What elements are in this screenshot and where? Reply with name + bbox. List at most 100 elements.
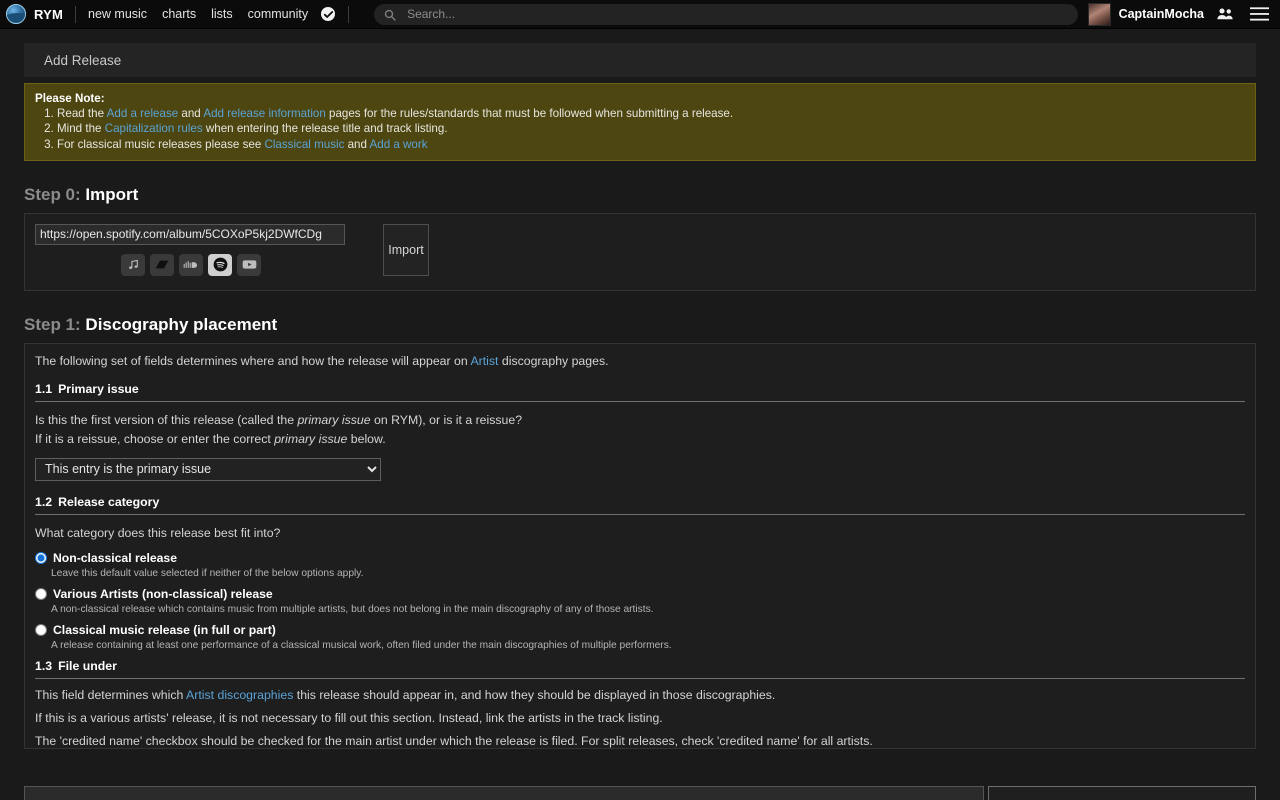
- link-add-release-information[interactable]: Add release information: [203, 107, 325, 120]
- radio-row-non-classical[interactable]: Non-classical release: [35, 551, 1243, 565]
- primary-nav-links: new music charts lists community: [88, 7, 308, 21]
- primary-issue-question-line-2: If it is a reissue, choose or enter the …: [35, 432, 1243, 446]
- note-text: Read the: [57, 107, 107, 121]
- section-1-3-heading: 1.3 File under: [35, 659, 1245, 679]
- content-column: Add Release Please Note: Read the Add a …: [24, 43, 1256, 749]
- link-add-a-work[interactable]: Add a work: [370, 138, 428, 151]
- file-under-line-2: If this is a various artists' release, i…: [35, 710, 663, 725]
- discography-lead-text: The following set of fields determines w…: [35, 354, 1243, 368]
- radio-classical[interactable]: [35, 623, 47, 636]
- section-1-1-title: Primary issue: [58, 381, 139, 396]
- section-1-1-heading: 1.1 Primary issue: [35, 382, 1245, 402]
- bandcamp-icon[interactable]: [150, 253, 174, 276]
- section-1-2-heading: 1.2 Release category: [35, 495, 1245, 515]
- file-under-artist-input-partial[interactable]: [24, 786, 984, 800]
- section-1-2-number: 1.2: [35, 494, 53, 509]
- link-classical-music[interactable]: Classical music: [264, 138, 344, 151]
- radio-row-various-artists[interactable]: Various Artists (non-classical) release: [35, 587, 1243, 601]
- section-1-1-number: 1.1: [35, 381, 53, 396]
- import-panel: Import: [24, 212, 1256, 291]
- note-item: Read the Add a release and Add release i…: [57, 106, 1245, 121]
- import-left-column: [35, 223, 347, 276]
- note-list: Read the Add a release and Add release i…: [35, 106, 1245, 152]
- step-0-title: Import: [85, 184, 139, 204]
- nav-link-new-music[interactable]: new music: [88, 7, 147, 21]
- search-area: [374, 3, 1078, 25]
- youtube-icon[interactable]: [237, 253, 261, 276]
- search-icon: [384, 8, 396, 21]
- search-input[interactable]: [405, 6, 1068, 22]
- q1-b: on RYM), or is it a reissue?: [370, 412, 523, 427]
- username-label[interactable]: CaptainMocha: [1119, 7, 1204, 21]
- step-1-number: Step 1:: [24, 314, 81, 334]
- note-text: and: [178, 107, 204, 121]
- note-text: Mind the: [57, 122, 105, 136]
- radio-row-classical[interactable]: Classical music release (in full or part…: [35, 623, 1243, 637]
- fu1-a: This field determines which: [35, 687, 187, 702]
- primary-issue-select-wrap: This entry is the primary issue: [35, 457, 1243, 481]
- spotify-icon[interactable]: [208, 253, 232, 276]
- note-title: Please Note:: [35, 92, 105, 105]
- step-1-title: Discography placement: [85, 314, 278, 334]
- nav-link-community[interactable]: community: [248, 7, 308, 21]
- avatar[interactable]: [1087, 2, 1111, 26]
- radio-label-classical: Classical music release (in full or part…: [53, 622, 276, 637]
- q1-a: Is this the first version of this releas…: [35, 412, 298, 427]
- file-under-line-1: This field determines which Artist disco…: [35, 688, 1243, 702]
- section-1-2-title: Release category: [58, 494, 160, 509]
- nav-divider-1: [75, 5, 77, 23]
- note-text: pages for the rules/standards that must …: [325, 107, 734, 121]
- top-navigation-bar: RYM new music charts lists community Cap…: [0, 0, 1280, 29]
- q2-a: If it is a reissue, choose or enter the …: [35, 431, 275, 446]
- radio-label-non-classical: Non-classical release: [53, 550, 177, 565]
- below-fold-inner: [0, 782, 1280, 800]
- rym-logo-icon[interactable]: [6, 4, 26, 24]
- link-artist[interactable]: Artist: [470, 354, 498, 368]
- radio-desc-various-artists: A non-classical release which contains m…: [51, 603, 654, 615]
- nav-link-charts[interactable]: charts: [162, 7, 196, 21]
- link-add-a-release[interactable]: Add a release: [107, 107, 179, 120]
- note-text: and: [344, 137, 370, 151]
- discography-placement-panel: The following set of fields determines w…: [24, 342, 1256, 749]
- step-0-heading: Step 0: Import: [24, 185, 1256, 205]
- import-service-selector: [35, 253, 347, 276]
- step-0-number: Step 0:: [24, 184, 81, 204]
- user-area: CaptainMocha: [1087, 2, 1272, 26]
- file-under-secondary-input-partial[interactable]: [988, 786, 1256, 800]
- primary-issue-question-line-1: Is this the first version of this releas…: [35, 413, 1243, 427]
- import-url-input[interactable]: [35, 223, 345, 245]
- hamburger-menu-icon[interactable]: [1246, 4, 1272, 24]
- search-box[interactable]: [374, 3, 1078, 25]
- lead-before: The following set of fields determines w…: [35, 353, 471, 368]
- lead-after: discography pages.: [498, 353, 609, 368]
- note-item: For classical music releases please see …: [57, 137, 1245, 152]
- section-1-3-title: File under: [58, 658, 117, 673]
- primary-issue-select[interactable]: This entry is the primary issue: [35, 457, 381, 481]
- section-1-3-number: 1.3: [35, 658, 53, 673]
- fu1-b: this release should appear in, and how t…: [293, 687, 776, 702]
- import-button[interactable]: Import: [383, 223, 429, 276]
- link-artist-discographies[interactable]: Artist discographies: [186, 688, 293, 702]
- step-1-heading: Step 1: Discography placement: [24, 315, 1256, 335]
- apple-music-icon[interactable]: [121, 253, 145, 276]
- radio-desc-non-classical: Leave this default value selected if nei…: [51, 567, 364, 579]
- page-header: Add Release: [24, 43, 1256, 77]
- radio-desc-classical: A release containing at least one perfor…: [51, 639, 672, 651]
- q2-b: below.: [347, 431, 386, 446]
- radio-various-artists[interactable]: [35, 587, 47, 600]
- release-category-radio-group: Non-classical release Leave this default…: [35, 551, 1243, 651]
- page-container: Add Release Please Note: Read the Add a …: [0, 43, 1280, 749]
- radio-non-classical[interactable]: [35, 551, 47, 564]
- nav-link-lists[interactable]: lists: [211, 7, 233, 21]
- please-note-box: Please Note: Read the Add a release and …: [24, 83, 1256, 161]
- soundcloud-icon[interactable]: [179, 253, 203, 276]
- brand-label[interactable]: RYM: [34, 7, 63, 22]
- check-circle-icon[interactable]: [321, 7, 336, 21]
- link-capitalization-rules[interactable]: Capitalization rules: [105, 122, 203, 135]
- people-icon[interactable]: [1212, 4, 1238, 24]
- nav-divider-2: [348, 5, 350, 23]
- q1-em: primary issue: [297, 412, 371, 427]
- below-fold-fields-strip: [0, 782, 1280, 800]
- release-category-question: What category does this release best fit…: [35, 525, 281, 540]
- note-text: For classical music releases please see: [57, 137, 265, 151]
